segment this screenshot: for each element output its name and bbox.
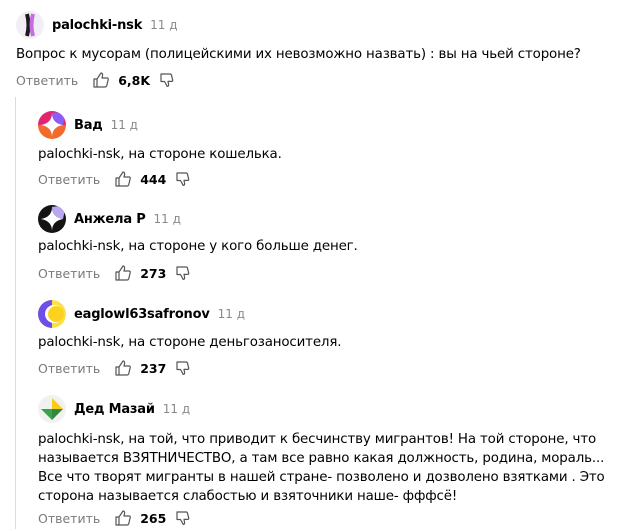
reply-thread-line xyxy=(15,97,16,529)
comment-time: 11 д xyxy=(217,307,245,321)
thumb-up-icon[interactable] xyxy=(114,359,132,377)
comment-text-line: называется ВЗЯТНИЧЕСТВО, а там все равно… xyxy=(38,451,605,466)
comment-time: 11 д xyxy=(162,402,191,416)
like-count: 273 xyxy=(140,265,167,281)
comment-header: palochki-nsk 11 д xyxy=(16,11,178,39)
like-count: 237 xyxy=(140,360,167,376)
thumb-up-icon[interactable] xyxy=(114,170,132,188)
comment-actions: Ответить 6,8K xyxy=(16,70,174,90)
thumb-down-icon[interactable] xyxy=(176,171,190,187)
thumb-down-icon[interactable] xyxy=(176,360,190,376)
comment-time: 11 д xyxy=(110,118,138,132)
avatar[interactable] xyxy=(38,300,66,328)
thumb-up-icon[interactable] xyxy=(114,264,132,282)
comment-text: palochki-nsk, на стороне кошелька. xyxy=(38,147,282,162)
author-name[interactable]: Дед Мазай xyxy=(74,402,155,417)
comment-text: palochki-nsk, на стороне деньгозаносител… xyxy=(38,335,342,350)
avatar[interactable] xyxy=(38,205,66,233)
thumb-up-icon[interactable] xyxy=(92,71,110,89)
comment-text-line: сторона называется слабостью и взяточник… xyxy=(38,489,458,504)
comment-actions: Ответить 237 xyxy=(38,358,190,378)
author-name[interactable]: Анжела Р xyxy=(74,212,146,227)
comment-actions: Ответить 444 xyxy=(38,169,190,189)
thumb-down-icon[interactable] xyxy=(176,510,190,526)
comment-text: palochki-nsk, на той, что приводит к бес… xyxy=(38,430,605,506)
reply-button[interactable]: Ответить xyxy=(38,172,100,187)
reply-button[interactable]: Ответить xyxy=(38,361,100,376)
like-count: 6,8K xyxy=(118,72,151,88)
comment-text-line: palochki-nsk, на той, что приводит к бес… xyxy=(38,432,597,447)
comment-time: 11 д xyxy=(153,212,181,226)
comment-header: eaglowl63safronov 11 д xyxy=(38,300,245,328)
thumb-up-icon[interactable] xyxy=(114,509,132,527)
comment-header: Дед Мазай 11 д xyxy=(38,395,190,423)
reply-button[interactable]: Ответить xyxy=(38,511,100,526)
comment-text-line: Все что творят мигранты в нашей стране- … xyxy=(38,470,605,485)
like-count: 265 xyxy=(140,510,167,526)
comment-text: palochki-nsk, на стороне у кого больше д… xyxy=(38,239,358,254)
author-name[interactable]: palochki-nsk xyxy=(52,18,142,33)
comment-text: Вопрос к мусорам (полицейскими их невозм… xyxy=(16,47,581,62)
avatar[interactable] xyxy=(38,395,66,423)
comment-actions: Ответить 273 xyxy=(38,263,190,283)
author-name[interactable]: eaglowl63safronov xyxy=(74,307,210,322)
reply-button[interactable]: Ответить xyxy=(16,73,78,88)
thumb-down-icon[interactable] xyxy=(160,72,174,88)
avatar[interactable] xyxy=(16,11,44,39)
comment-actions: Ответить 265 xyxy=(38,508,190,528)
like-count: 444 xyxy=(140,171,167,187)
comment-header: Анжела Р 11 д xyxy=(38,205,181,233)
author-name[interactable]: Вад xyxy=(74,118,103,133)
comment-header: Вад 11 д xyxy=(38,111,138,139)
thumb-down-icon[interactable] xyxy=(176,265,190,281)
avatar[interactable] xyxy=(38,111,66,139)
reply-button[interactable]: Ответить xyxy=(38,266,100,281)
comment-time: 11 д xyxy=(150,18,178,32)
